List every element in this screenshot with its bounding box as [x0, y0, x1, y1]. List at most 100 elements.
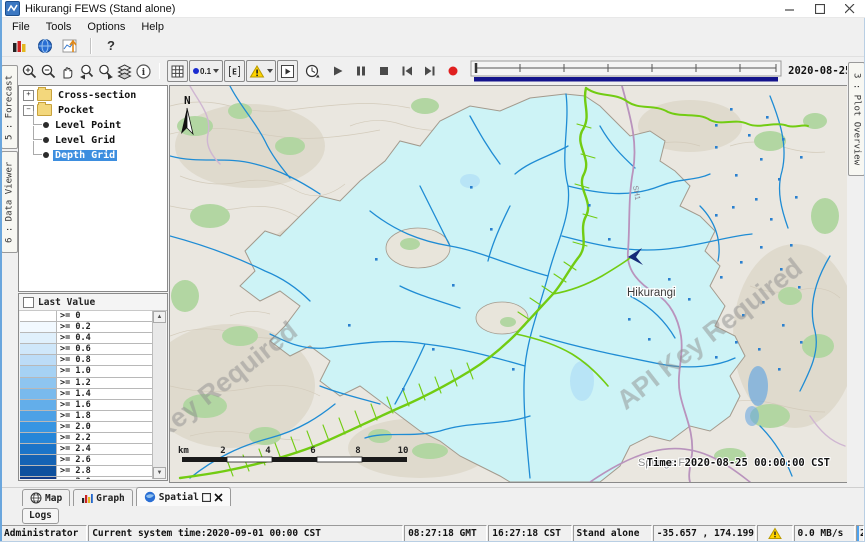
- label-toggle-button[interactable]: E: [224, 60, 245, 82]
- warning-triangle-icon: [768, 527, 782, 540]
- svg-text:8: 8: [355, 446, 360, 456]
- map-display-icon[interactable]: [32, 36, 58, 56]
- zoom-in-icon[interactable]: [20, 61, 39, 81]
- maximize-button[interactable]: [805, 0, 835, 18]
- legend-swatch: [20, 344, 57, 354]
- legend-label: >= 0.6: [57, 344, 153, 354]
- legend-row[interactable]: >= 2.0: [20, 422, 153, 433]
- timeseries-display-icon[interactable]: [58, 36, 84, 56]
- toolbar-separator: [159, 63, 160, 79]
- step-back-button[interactable]: [397, 61, 416, 81]
- contour-interval-dropdown[interactable]: 0.1: [189, 60, 223, 82]
- tab-spatial[interactable]: Spatial: [136, 487, 231, 506]
- legend-row[interactable]: >= 0: [20, 311, 153, 322]
- tab-data-viewer[interactable]: 6 : Data Viewer: [1, 151, 18, 253]
- tab-map[interactable]: Map: [22, 489, 70, 506]
- menu-help[interactable]: Help: [133, 20, 172, 34]
- tab-plot-overview[interactable]: 3 : Plot Overview: [848, 62, 865, 176]
- folder-icon: [37, 89, 52, 101]
- zoom-next-icon[interactable]: [96, 61, 115, 81]
- legend-row[interactable]: >= 1.4: [20, 389, 153, 400]
- warning-triangle-icon: [249, 64, 265, 79]
- app-icon: [5, 1, 20, 16]
- menu-options[interactable]: Options: [79, 20, 133, 34]
- legend-label: >= 0.8: [57, 355, 153, 365]
- legend-list: >= 0 >= 0.2 >= 0.4 >= 0.6 >= 0.8 >= 1.0 …: [20, 311, 153, 479]
- close-tab-icon[interactable]: [214, 493, 223, 502]
- legend-row[interactable]: >= 1.8: [20, 411, 153, 422]
- bullet-icon: [43, 122, 49, 128]
- tab-graph[interactable]: Graph: [73, 489, 133, 506]
- play-button[interactable]: [328, 61, 347, 81]
- legend-row[interactable]: >= 2.4: [20, 444, 153, 455]
- zoom-previous-icon[interactable]: [77, 61, 96, 81]
- last-value-checkbox[interactable]: [23, 297, 34, 308]
- legend-swatch: [20, 422, 57, 432]
- legend-swatch: [20, 311, 57, 321]
- expand-icon[interactable]: +: [23, 90, 34, 101]
- tab-map-label: Map: [45, 493, 62, 504]
- tab-spatial-label: Spatial: [159, 492, 199, 503]
- menu-tools[interactable]: Tools: [38, 20, 80, 34]
- close-button[interactable]: [835, 0, 865, 18]
- status-warning[interactable]: [757, 525, 793, 542]
- legend-swatch: [20, 455, 57, 465]
- legend-scrollbar[interactable]: ▲ ▼: [152, 311, 166, 479]
- status-gmt-time: 08:27:18 GMT: [404, 525, 487, 542]
- legend-swatch: [20, 378, 57, 388]
- tree-node-cross-section[interactable]: + Cross-section: [19, 89, 167, 101]
- legend-row[interactable]: >= 2.2: [20, 433, 153, 444]
- legend-row[interactable]: >= 1.6: [20, 400, 153, 411]
- legend-row[interactable]: >= 0.2: [20, 322, 153, 333]
- tree-node-label: Level Point: [53, 120, 123, 131]
- legend-row[interactable]: >= 0.6: [20, 344, 153, 355]
- status-memory: 2.5 GB: [856, 525, 864, 542]
- tree-branch-line: [33, 111, 43, 125]
- scroll-down-icon[interactable]: ▼: [153, 467, 166, 479]
- tab-forecast[interactable]: 5 : Forecast: [1, 65, 18, 149]
- restore-window-icon[interactable]: [202, 493, 211, 502]
- left-dock-strip: 5 : Forecast 6 : Data Viewer: [0, 57, 18, 487]
- pan-hand-icon[interactable]: [58, 61, 77, 81]
- movie-player-button[interactable]: [277, 60, 298, 82]
- tree-node-label: Pocket: [56, 105, 96, 116]
- zoom-out-icon[interactable]: [39, 61, 58, 81]
- database-icon[interactable]: [6, 36, 32, 56]
- info-icon[interactable]: i: [134, 61, 153, 81]
- minimize-button[interactable]: [775, 0, 805, 18]
- animation-clock-icon[interactable]: [303, 61, 322, 81]
- status-bar: Administrator Current system time:2020-0…: [0, 525, 865, 542]
- legend-row[interactable]: >= 0.8: [20, 355, 153, 366]
- step-forward-button[interactable]: [420, 61, 439, 81]
- legend-label: >= 1.6: [57, 400, 153, 410]
- scroll-up-icon[interactable]: ▲: [153, 311, 166, 323]
- tab-logs[interactable]: Logs: [22, 508, 59, 524]
- toolbar-separator: [90, 38, 92, 54]
- layers-tree-panel: + Cross-section − Pocket Level Point Lev…: [18, 85, 168, 292]
- legend-row[interactable]: >= 2.8: [20, 466, 153, 477]
- svg-text:2: 2: [220, 446, 225, 456]
- legend-row[interactable]: >= 1.2: [20, 378, 153, 389]
- legend-row[interactable]: >= 1.0: [20, 366, 153, 377]
- grid-toggle-button[interactable]: [167, 60, 188, 82]
- tree-branch-line: [33, 141, 43, 155]
- right-dock-strip: 3 : Plot Overview: [847, 57, 865, 487]
- record-button[interactable]: [443, 61, 462, 81]
- map-view[interactable]: API Key Required API Key Required SH1 Hi…: [169, 85, 849, 483]
- legend-row[interactable]: >= 2.6: [20, 455, 153, 466]
- svg-text:E: E: [232, 67, 237, 76]
- map-time-label: Time: 2020-08-25 00:00:00 CST: [647, 457, 830, 469]
- pause-button[interactable]: [351, 61, 370, 81]
- thresholds-dropdown[interactable]: [246, 60, 276, 82]
- legend-label: >= 1.4: [57, 389, 153, 399]
- time-slider[interactable]: [470, 60, 782, 82]
- help-button[interactable]: ?: [98, 36, 124, 56]
- stop-button[interactable]: [374, 61, 393, 81]
- legend-swatch: [20, 477, 57, 479]
- legend-row[interactable]: >= 3.0: [20, 477, 153, 479]
- legend-row[interactable]: >= 0.4: [20, 333, 153, 344]
- menu-file[interactable]: File: [4, 20, 38, 34]
- svg-text:6: 6: [310, 446, 315, 456]
- layers-icon[interactable]: [115, 61, 134, 81]
- tree-node-depth-grid[interactable]: Depth Grid: [19, 149, 167, 161]
